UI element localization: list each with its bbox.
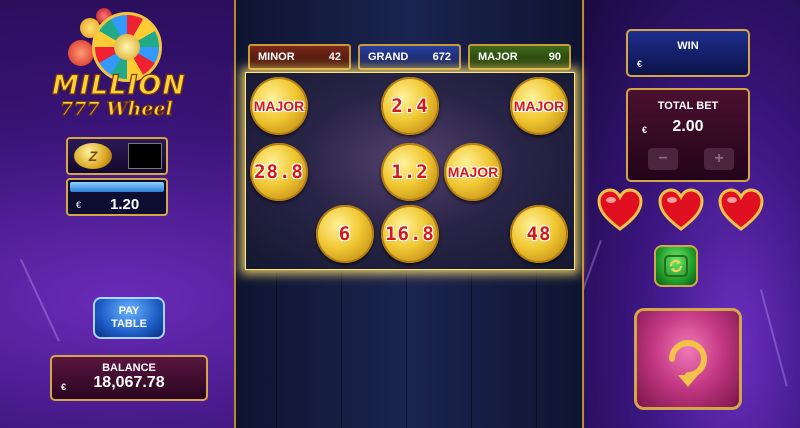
coin-symbol: 48	[510, 205, 568, 263]
stake-currency: €	[76, 200, 82, 210]
spin-icon	[669, 340, 707, 387]
autoplay-button[interactable]	[654, 245, 698, 287]
balance-label: BALANCE	[102, 362, 156, 374]
balance-panel: BALANCE € 18,067.78	[50, 355, 208, 401]
coin-symbol: 16.8	[381, 205, 439, 263]
coin-symbol: MAJOR	[510, 77, 568, 135]
coin-symbol: MAJOR	[250, 77, 308, 135]
pay-table-button[interactable]: PAY TABLE	[93, 297, 165, 339]
win-label: WIN	[677, 40, 699, 52]
coin-selector[interactable]: Z	[66, 137, 168, 175]
bet-decrease-button[interactable]: −	[648, 148, 678, 170]
logo-title: MILLION	[51, 69, 186, 101]
logo-subtitle: 777 Wheel	[60, 98, 174, 121]
lightning-decoration	[20, 259, 60, 342]
watermelon-icon	[68, 40, 94, 66]
jackpot-major: MAJOR 90	[468, 44, 571, 70]
heart-icon	[658, 188, 704, 232]
pay-table-label-line1: PAY	[118, 305, 140, 317]
jackpot-minor-value: 42	[328, 51, 341, 63]
bonus-grid: MAJOR 2.4 MAJOR 28.8 1.2 MAJOR 6 16.8 48	[245, 72, 575, 270]
jackpot-grand-value: 672	[432, 51, 451, 63]
pay-table-label-line2: TABLE	[111, 318, 147, 330]
balance-value: 18,067.78	[93, 374, 165, 391]
heart-icon	[718, 188, 764, 232]
coin-symbol: MAJOR	[444, 143, 502, 201]
coin-symbol: 2.4	[381, 77, 439, 135]
heart-icon	[597, 188, 643, 232]
jackpot-major-label: MAJOR	[478, 51, 518, 63]
jackpot-grand: GRAND 672	[358, 44, 461, 70]
jackpot-minor: MINOR 42	[248, 44, 351, 70]
coin-symbol: 28.8	[250, 143, 308, 201]
coin-symbol: 6	[316, 205, 374, 263]
coin-slot	[128, 143, 162, 169]
total-bet-label: TOTAL BET	[657, 100, 719, 112]
balance-currency: €	[61, 382, 67, 392]
total-bet-currency: €	[642, 125, 648, 135]
stake-value: 1.20	[110, 196, 140, 213]
jackpot-major-value: 90	[548, 51, 561, 63]
autoplay-icon	[664, 255, 688, 277]
jackpot-minor-label: MINOR	[258, 51, 295, 63]
coin-icon: Z	[74, 143, 112, 169]
total-bet-panel: TOTAL BET € 2.00 − +	[626, 88, 750, 182]
win-currency: €	[637, 59, 643, 69]
stake-bar	[70, 182, 164, 192]
win-panel: WIN €	[626, 29, 750, 77]
wheel-hub-icon	[114, 34, 140, 60]
coin-symbol: 1.2	[381, 143, 439, 201]
bet-increase-button[interactable]: +	[704, 148, 734, 170]
spin-button[interactable]	[634, 308, 742, 410]
stake-selector[interactable]: € 1.20	[66, 178, 168, 216]
jackpot-grand-label: GRAND	[368, 51, 409, 63]
